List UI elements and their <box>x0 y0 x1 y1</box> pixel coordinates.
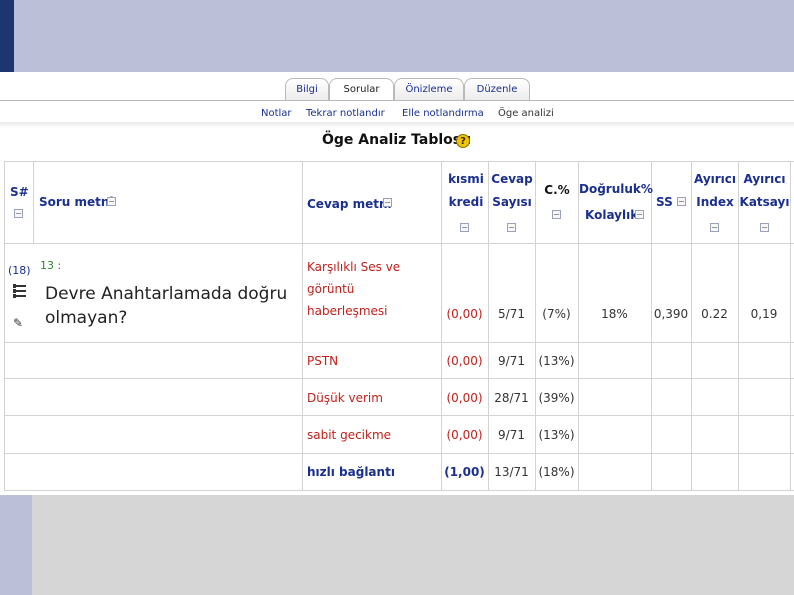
tab-duzenle[interactable]: Düzenle <box>464 78 530 100</box>
answer-text: Karşılıklı Ses ve görüntü haberleşmesi <box>307 260 401 318</box>
row-border <box>4 453 794 454</box>
question-number: 13 : <box>40 259 62 272</box>
col-border <box>578 161 579 491</box>
collapse-kredi-icon[interactable]: − <box>460 223 469 232</box>
collapse-kolaylik-icon[interactable]: − <box>635 210 644 219</box>
row-border <box>4 378 794 379</box>
table-top-border <box>4 161 794 162</box>
answer-percent: (18%) <box>538 465 575 479</box>
dogruluk-value: 18% <box>601 307 628 321</box>
col-border <box>302 161 303 491</box>
tab-sorular[interactable]: Sorular <box>329 78 394 100</box>
list-icon[interactable] <box>13 284 26 298</box>
answer-kredi: (0,00) <box>446 428 483 442</box>
header-dogruluk[interactable]: Doğruluk% <box>579 182 653 196</box>
subnav-divider <box>0 122 794 128</box>
answer-sayi: 9/71 <box>498 428 525 442</box>
collapse-katsayi-icon[interactable]: − <box>760 223 769 232</box>
answer-sayi: 5/71 <box>498 307 525 321</box>
slide-accent-bar <box>0 0 14 72</box>
slide-side-bar <box>0 495 32 595</box>
answer-sayi: 28/71 <box>494 391 529 405</box>
header-ayirici-2[interactable]: Ayırıcı <box>739 172 790 186</box>
subnav-oge-analizi: Öge analizi <box>498 108 554 119</box>
col-border <box>33 161 34 243</box>
slide-top-band <box>0 0 794 72</box>
header-soru-metni[interactable]: Soru metni <box>39 195 114 209</box>
moodle-screenshot: Bilgi Sorular Önizleme Düzenle Notlar Te… <box>0 72 794 495</box>
correct-answer-text: hızlı bağlantı <box>307 465 395 479</box>
header-cevap[interactable]: Cevap <box>489 172 535 186</box>
header-index[interactable]: Index <box>692 195 738 209</box>
header-cevap-metni[interactable]: Cevap metni <box>307 197 392 211</box>
answer-kredi: (0,00) <box>446 391 483 405</box>
question-text: Devre Anahtarlamada doğru olmayan? <box>45 284 288 328</box>
col-border <box>790 161 791 491</box>
header-kolaylik[interactable]: Kolaylık <box>585 208 638 222</box>
tab-baseline <box>0 100 794 101</box>
answer-sayi: 13/71 <box>494 465 529 479</box>
slide-bottom-band <box>0 495 794 595</box>
help-icon[interactable]: ? <box>456 134 470 148</box>
answer-kredi: (0,00) <box>446 354 483 368</box>
edit-icon[interactable]: ✎ <box>13 316 23 330</box>
ss-value: 0,390 <box>653 307 689 321</box>
col-border <box>691 161 692 491</box>
header-sno[interactable]: S# <box>10 185 29 199</box>
page-title: Öge Analiz Tablosu <box>322 132 472 148</box>
answer-text: sabit gecikme <box>307 428 392 442</box>
collapse-cevap-icon[interactable]: − <box>383 198 392 207</box>
answer-kredi: (0,00) <box>446 307 483 321</box>
row-border <box>4 342 794 343</box>
collapse-sayi-icon[interactable]: − <box>507 223 516 232</box>
col-border <box>651 161 652 491</box>
header-kredi[interactable]: kredi <box>446 195 486 209</box>
collapse-index-icon[interactable]: − <box>710 223 719 232</box>
answer-percent: (7%) <box>542 307 571 321</box>
collapse-cpct-icon[interactable]: − <box>552 210 561 219</box>
answer-percent: (13%) <box>538 428 575 442</box>
header-katsayi[interactable]: Katsayı <box>739 195 790 209</box>
attempt-count[interactable]: (18) <box>8 264 31 277</box>
collapse-ss-icon[interactable]: − <box>677 197 686 206</box>
subnav-tekrar-notlandir[interactable]: Tekrar notlandır <box>306 108 385 119</box>
collapse-soru-icon[interactable]: − <box>107 197 116 206</box>
tab-bilgi[interactable]: Bilgi <box>285 78 329 100</box>
subnav-elle-notlandirma[interactable]: Elle notlandırma <box>402 108 484 119</box>
tab-onizleme[interactable]: Önizleme <box>394 78 464 100</box>
col-border <box>4 161 5 491</box>
table-bottom-border <box>4 490 794 491</box>
header-ss[interactable]: SS <box>656 195 673 209</box>
header-kismi[interactable]: kısmi <box>446 172 486 186</box>
answer-sayi: 9/71 <box>498 354 525 368</box>
row-border <box>4 415 794 416</box>
header-c-percent[interactable]: C.% <box>536 183 578 197</box>
answer-percent: (39%) <box>538 391 575 405</box>
answer-text: Düşük verim <box>307 391 383 405</box>
header-bottom-border <box>4 243 794 244</box>
answer-kredi: (1,00) <box>444 465 485 479</box>
collapse-sno-icon[interactable]: − <box>14 209 23 218</box>
answer-percent: (13%) <box>538 354 575 368</box>
header-sayisi[interactable]: Sayısı <box>489 195 535 209</box>
ayirici-katsayi-value: 0,19 <box>750 307 778 321</box>
header-ayirici-1[interactable]: Ayırıcı <box>692 172 738 186</box>
answer-text: PSTN <box>307 354 339 368</box>
ayirici-index-value: 0.22 <box>701 307 728 321</box>
col-border <box>738 161 739 491</box>
subnav-notlar[interactable]: Notlar <box>261 108 292 119</box>
